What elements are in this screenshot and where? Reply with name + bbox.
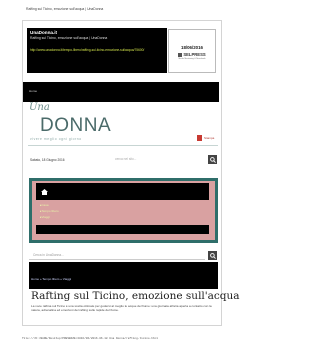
search-icon <box>209 156 216 163</box>
top-search-input[interactable]: cerca nel sito... <box>115 157 136 161</box>
article-excerpt: La voce raftina sul Ticino è una scelta … <box>31 304 212 313</box>
main-navigation: Casa Tempo libero Viaggi <box>29 178 218 243</box>
pdf-icon[interactable] <box>197 135 202 141</box>
page-title: Rafting sul Ticino, emozione sull'acqua … <box>26 7 104 11</box>
site-logo-una[interactable]: Una <box>29 102 50 113</box>
clipping-header: UnaDonna.it Rafting sul Ticino, emozione… <box>27 28 167 73</box>
home-link[interactable]: Home <box>29 89 37 93</box>
selpress-logo: SELPRESS <box>169 52 215 57</box>
clipping-title: Rafting sul Ticino, emozione sull'acqua … <box>30 36 108 40</box>
top-search-button[interactable] <box>208 155 217 164</box>
header-divider <box>28 145 218 146</box>
site-search-input[interactable]: Cerca in UnaDonna... <box>29 251 205 260</box>
nav-item-tempo-libero[interactable]: Tempo libero <box>40 209 59 213</box>
redacted-nav-top <box>36 183 209 200</box>
redacted-nav-bottom <box>36 225 209 234</box>
breadcrumb[interactable]: Home » Tempo libero » Viaggi <box>31 277 71 281</box>
search-icon <box>209 252 216 259</box>
site-date: Sabato, 18 Giugno 2016 <box>30 158 65 162</box>
nav-item-viaggi[interactable]: Viaggi <box>40 215 50 219</box>
selpress-logo-text: SELPRESS <box>183 52 206 57</box>
site-logo-donna[interactable]: DONNA <box>40 115 111 137</box>
footer-url: file:///D:/BADE/Desktop/PRESENZE/2016/06… <box>22 337 158 340</box>
clipping-info-box: 18/06/2016 SELPRESS Media Monitoring & N… <box>168 29 216 73</box>
selpress-subtitle: Media Monitoring & Newsbank <box>178 58 206 60</box>
article-title: Rafting sul Ticino, emozione sull'acqua <box>31 290 240 302</box>
clipping-source: UnaDonna.it <box>30 30 58 35</box>
site-search-button[interactable] <box>208 251 217 260</box>
home-icon[interactable] <box>41 189 48 195</box>
clipping-url[interactable]: http://www.unadonna.it/tempo-libero/raft… <box>30 48 164 52</box>
redacted-strip-top <box>23 82 219 102</box>
redacted-strip-bottom <box>29 262 218 289</box>
site-tagline: vivere meglio ogni giorno <box>30 137 82 141</box>
nav-item-casa[interactable]: Casa <box>40 203 49 207</box>
clipping-date: 18/06/2016 <box>181 45 203 50</box>
nav-menu-area: Casa Tempo libero Viaggi <box>32 181 215 240</box>
selpress-logo-icon <box>178 52 183 57</box>
print-link[interactable]: Stampa <box>204 136 214 140</box>
